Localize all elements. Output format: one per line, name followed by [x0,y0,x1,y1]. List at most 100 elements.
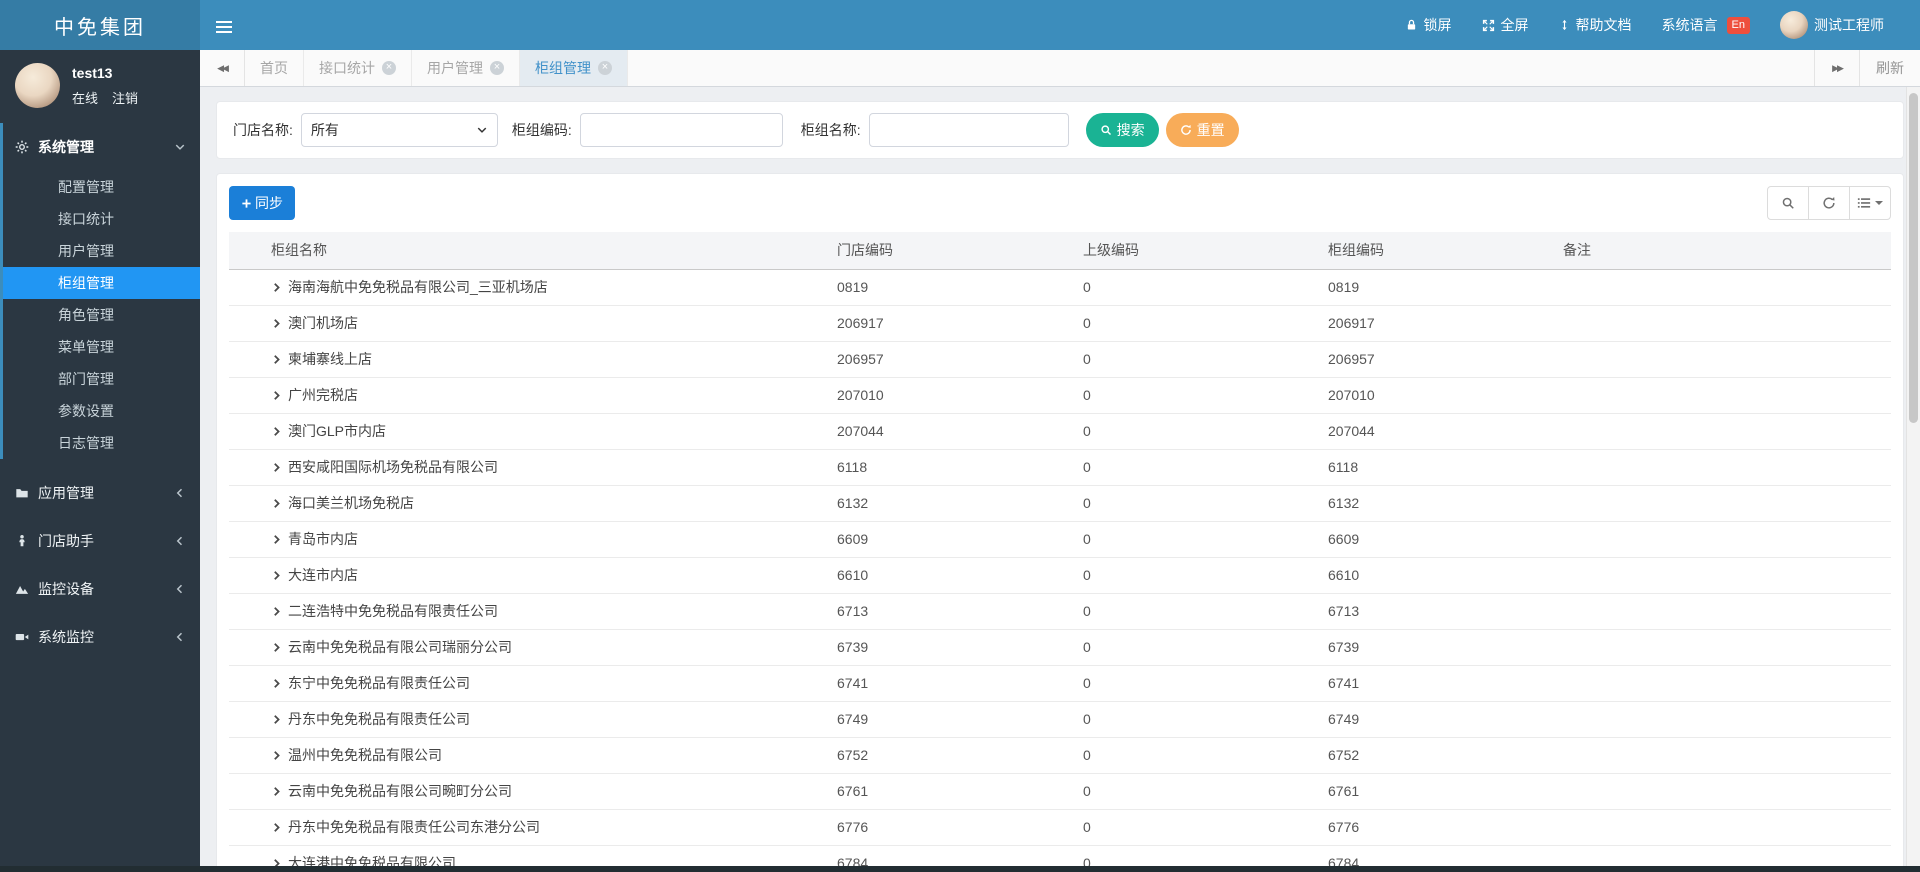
cell-value [1547,521,1891,558]
expand-row-icon[interactable] [271,675,282,691]
cell-value [1547,665,1891,702]
sidebar: test13 在线 注销 系统管理 配置管理 接口统计 用户管理 柜组管理 角色管理 菜单… [0,50,200,872]
sidebar-subitem[interactable]: 柜组管理 [3,267,200,299]
list-icon [1857,198,1871,208]
table-row[interactable]: 海口美兰机场免税店 6132 0 6132 [229,485,1891,522]
sidebar-item-store-assistant[interactable]: 门店助手 [3,517,200,565]
sidebar-subitem[interactable]: 菜单管理 [3,331,200,363]
page-scrollbar[interactable] [1906,87,1920,872]
cell-value: 6761 [1312,773,1547,810]
expand-row-icon[interactable] [271,387,282,403]
expand-row-icon[interactable] [271,495,282,511]
help-docs-button[interactable]: 帮助文档 [1559,15,1632,35]
sidebar-item-app-management[interactable]: 应用管理 [3,469,200,517]
table-row[interactable]: 西安咸阳国际机场免税品有限公司 6118 0 6118 [229,449,1891,486]
cell-value: 0 [1067,593,1312,630]
expand-row-icon[interactable] [271,747,282,763]
table-row[interactable]: 云南中免免税品有限公司瑞丽分公司 6739 0 6739 [229,629,1891,666]
tab-label: 首页 [260,60,288,76]
search-button[interactable]: 搜索 [1085,113,1159,147]
reset-button[interactable]: 重置 [1165,113,1239,147]
table-columns-button[interactable] [1849,186,1891,220]
table-row[interactable]: 云南中免免税品有限公司畹町分公司 6761 0 6761 [229,773,1891,810]
expand-row-icon[interactable] [271,351,282,367]
expand-row-icon[interactable] [271,423,282,439]
tab-refresh-button[interactable]: 刷新 [1859,50,1920,86]
table-row[interactable]: 青岛市内店 6609 0 6609 [229,521,1891,558]
tab-interface-stats[interactable]: 接口统计 × [304,50,412,86]
sidebar-subitem[interactable]: 角色管理 [3,299,200,331]
sidebar-subitem[interactable]: 用户管理 [3,235,200,267]
cell-value: 206957 [821,341,1067,378]
expand-row-icon[interactable] [271,531,282,547]
close-icon[interactable]: × [598,61,612,75]
store-name-select[interactable]: 所有 [300,113,498,147]
sidebar-toggle-button[interactable] [200,0,248,50]
lock-screen-label: 锁屏 [1423,17,1452,33]
online-status: 在线 [72,90,99,106]
table-row[interactable]: 海南海航中免免税品有限公司_三亚机场店 0819 0 0819 [229,269,1891,306]
table-body: 海南海航中免免税品有限公司_三亚机场店 0819 0 0819 澳门机场店 206917 0… [229,269,1891,872]
tabs-scroll-right-button[interactable]: ▶▶ [1814,50,1859,86]
table-row[interactable]: 丹东中免免税品有限责任公司 6749 0 6749 [229,701,1891,738]
chevron-left-icon [176,536,183,546]
expand-row-icon[interactable] [271,819,282,835]
chevron-down-icon [175,144,185,150]
table-search-button[interactable] [1767,186,1809,220]
tab-cabinet-group-management[interactable]: 柜组管理 × [520,50,628,86]
expand-row-icon[interactable] [271,603,282,619]
table-row[interactable]: 澳门机场店 206917 0 206917 [229,305,1891,342]
table-refresh-button[interactable] [1808,186,1850,220]
app-logo[interactable]: 中免集团 [0,0,200,50]
language-button[interactable]: 系统语言 En [1662,15,1750,35]
expand-row-icon[interactable] [271,315,282,331]
user-menu[interactable]: 测试工程师 [1780,11,1884,39]
cell-value [1547,449,1891,486]
expand-row-icon[interactable] [271,567,282,583]
username-label: 测试工程师 [1814,17,1884,33]
lock-screen-button[interactable]: 锁屏 [1405,15,1452,35]
sidebar-subitem[interactable]: 部门管理 [3,363,200,395]
group-name-text: 云南中免免税品有限公司瑞丽分公司 [288,639,512,655]
sidebar-item-system-monitor[interactable]: 系统监控 [3,613,200,661]
close-icon[interactable]: × [382,61,396,75]
fullscreen-icon [1482,19,1494,31]
sidebar-subitem[interactable]: 接口统计 [3,203,200,235]
sidebar-subitem[interactable]: 配置管理 [3,171,200,203]
chevron-left-icon [176,488,183,498]
cell-value: 207010 [821,377,1067,414]
avatar [15,63,60,108]
expand-row-icon[interactable] [271,711,282,727]
mountains-icon [15,585,29,594]
table-row[interactable]: 二连浩特中免免税品有限责任公司 6713 0 6713 [229,593,1891,630]
sidebar-item-monitor-devices[interactable]: 监控设备 [3,565,200,613]
sync-button[interactable]: 同步 [229,186,295,220]
sidebar-subitem[interactable]: 参数设置 [3,395,200,427]
sidebar-subitem[interactable]: 日志管理 [3,427,200,459]
group-name-text: 广州完税店 [288,387,358,403]
table-row[interactable]: 澳门GLP市内店 207044 0 207044 [229,413,1891,450]
tab-home[interactable]: 首页 [245,50,304,86]
logout-link[interactable]: 注销 [112,88,138,107]
plus-icon [242,198,251,208]
group-name-input[interactable] [868,113,1069,147]
close-icon[interactable]: × [490,61,504,75]
table-row[interactable]: 广州完税店 207010 0 207010 [229,377,1891,414]
scrollbar-thumb[interactable] [1909,93,1918,423]
expand-row-icon[interactable] [271,639,282,655]
table-row[interactable]: 东宁中免免税品有限责任公司 6741 0 6741 [229,665,1891,702]
fullscreen-button[interactable]: 全屏 [1482,15,1529,35]
expand-row-icon[interactable] [271,459,282,475]
expand-row-icon[interactable] [271,279,282,295]
table-row[interactable]: 柬埔寨线上店 206957 0 206957 [229,341,1891,378]
person-icon [19,535,25,547]
table-row[interactable]: 温州中免免税品有限公司 6752 0 6752 [229,737,1891,774]
group-code-input[interactable] [579,113,783,147]
tab-user-management[interactable]: 用户管理 × [412,50,520,86]
table-header: 柜组名称 门店编码 上级编码 柜组编码 备注 [229,232,1891,270]
sidebar-item-system-management[interactable]: 系统管理 [3,123,200,171]
expand-row-icon[interactable] [271,783,282,799]
tabs-scroll-left-button[interactable]: ◀◀ [200,50,245,86]
table-row[interactable]: 大连市内店 6610 0 6610 [229,557,1891,594]
table-row[interactable]: 丹东中免免税品有限责任公司东港分公司 6776 0 6776 [229,809,1891,846]
